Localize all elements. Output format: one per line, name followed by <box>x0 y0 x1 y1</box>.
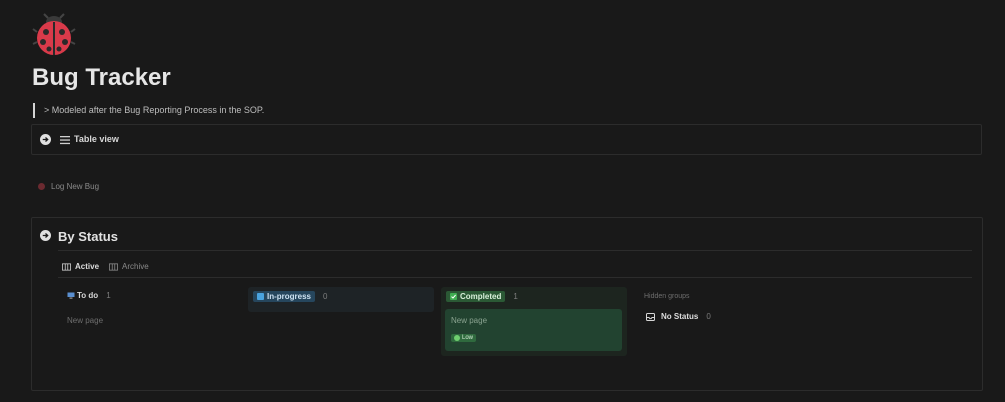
arrow-circle-icon[interactable] <box>40 230 51 241</box>
column-header[interactable]: Completed 1 <box>446 291 518 302</box>
priority-tag-label: Low <box>462 335 474 341</box>
page-quote: > Modeled after the Bug Reporting Proces… <box>33 103 264 118</box>
in-progress-count: 0 <box>323 292 328 301</box>
list-icon <box>60 136 70 145</box>
priority-tag: Low <box>451 334 477 342</box>
new-page-button[interactable]: New page <box>67 316 103 325</box>
completed-label: Completed <box>460 292 502 301</box>
board-card[interactable]: New page Low <box>445 309 622 351</box>
board-icon <box>109 262 118 271</box>
ladybug-icon[interactable] <box>32 12 76 56</box>
computer-icon <box>67 292 75 299</box>
column-in-progress: In-progress 0 <box>248 287 434 312</box>
tab-active[interactable]: Active <box>62 262 99 271</box>
card-title: New page <box>451 316 488 325</box>
page-title: Bug Tracker <box>32 64 171 91</box>
column-todo: To do 1 New page <box>62 287 239 327</box>
log-new-bug-button[interactable]: Log New Bug <box>38 182 99 191</box>
divider <box>58 250 972 251</box>
view-tabs: Active Archive <box>62 262 149 271</box>
no-status-count: 0 <box>706 312 711 321</box>
page: Bug Tracker > Modeled after the Bug Repo… <box>0 0 1005 402</box>
column-header[interactable]: In-progress 0 <box>253 291 327 302</box>
no-status-label: No Status <box>661 312 699 321</box>
tab-active-label: Active <box>75 262 100 271</box>
board-title: By Status <box>58 229 118 244</box>
green-circle-icon <box>454 335 460 341</box>
refresh-icon <box>257 293 264 300</box>
status-todo: To do <box>67 291 98 300</box>
bug-dot-icon <box>38 183 45 190</box>
table-view-label[interactable]: Table view <box>74 134 119 144</box>
board-icon <box>62 262 71 271</box>
tab-archive[interactable]: Archive <box>109 262 149 271</box>
divider <box>58 277 972 278</box>
todo-label: To do <box>77 291 99 300</box>
todo-count: 1 <box>106 291 111 300</box>
hidden-groups-label: Hidden groups <box>644 293 690 300</box>
column-completed: Completed 1 New page Low <box>441 287 627 356</box>
in-progress-label: In-progress <box>267 292 312 301</box>
completed-count: 1 <box>513 292 518 301</box>
status-in-progress: In-progress <box>253 291 316 302</box>
arrow-circle-icon[interactable] <box>40 134 51 145</box>
table-view-block: Table view <box>31 124 982 155</box>
inbox-icon <box>646 312 655 321</box>
log-new-bug-label: Log New Bug <box>51 182 100 191</box>
by-status-board: By Status Active Archive To do 1 New pag… <box>31 217 983 391</box>
no-status-group[interactable]: No Status 0 <box>646 312 711 321</box>
column-header[interactable]: To do 1 <box>67 291 111 300</box>
status-completed: Completed <box>446 291 506 302</box>
tab-archive-label: Archive <box>122 262 149 271</box>
checkmark-icon <box>450 293 457 300</box>
